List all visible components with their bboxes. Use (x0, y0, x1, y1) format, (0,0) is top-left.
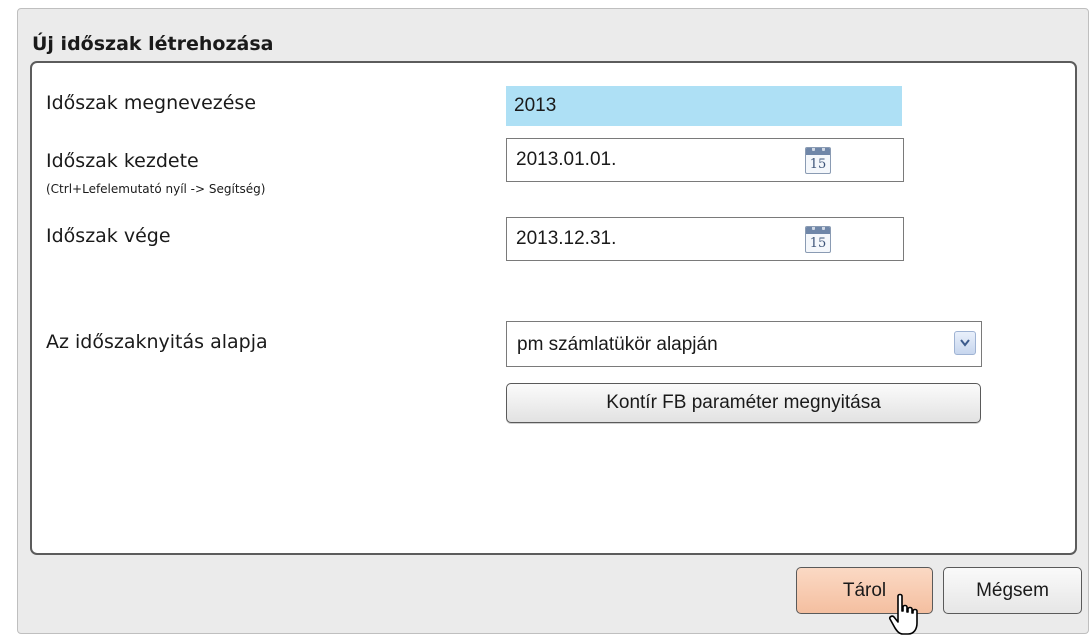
period-end-input[interactable]: 2013.12.31. 15 (506, 217, 904, 261)
form-panel: Időszak megnevezése 2013 Időszak kezdete… (30, 61, 1077, 555)
cancel-button[interactable]: Mégsem (943, 567, 1082, 614)
period-start-hint: (Ctrl+Lefelemutató nyíl -> Segítség) (46, 182, 266, 196)
chevron-down-icon[interactable] (954, 331, 976, 355)
period-basis-select[interactable]: pm számlatükör alapján (506, 321, 982, 367)
period-start-label: Időszak kezdete (46, 150, 199, 172)
period-end-value: 2013.12.31. (516, 228, 617, 249)
period-end-label: Időszak vége (46, 225, 171, 247)
period-name-label: Időszak megnevezése (46, 92, 257, 114)
period-start-value: 2013.01.01. (516, 149, 617, 170)
calendar-icon[interactable]: 15 (805, 147, 831, 174)
save-button[interactable]: Tárol (796, 567, 933, 614)
dialog-title: Új időszak létrehozása (32, 33, 274, 55)
period-basis-label: Az időszaknyitás alapja (46, 331, 268, 353)
period-name-input[interactable]: 2013 (506, 86, 902, 126)
calendar-icon[interactable]: 15 (805, 226, 831, 253)
new-period-dialog: Új időszak létrehozása Időszak megnevezé… (17, 8, 1089, 635)
open-kontir-params-button[interactable]: Kontír FB paraméter megnyitása (506, 383, 981, 423)
period-basis-value: pm számlatükör alapján (517, 334, 718, 355)
period-start-input[interactable]: 2013.01.01. 15 (506, 138, 904, 182)
